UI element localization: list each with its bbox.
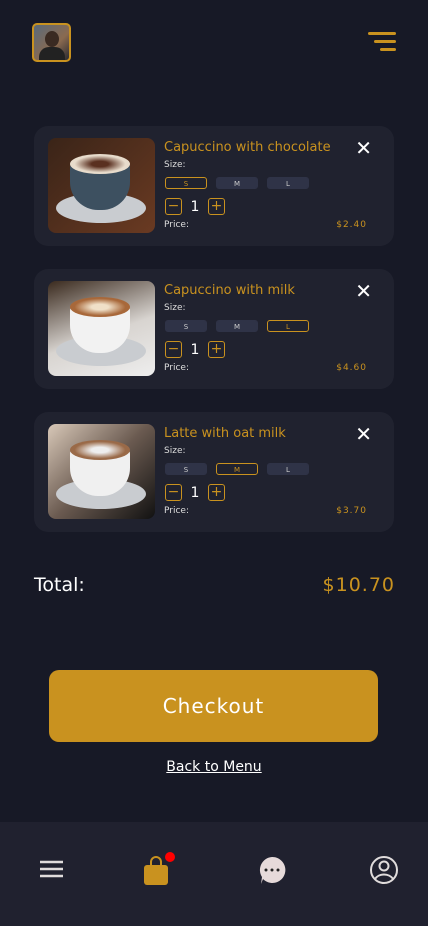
quantity-stepper: − 1 + — [165, 198, 225, 215]
size-option-m[interactable]: M — [216, 463, 258, 475]
size-label: Size: — [164, 303, 186, 313]
quantity-value: 1 — [190, 484, 200, 501]
profile-icon[interactable] — [364, 852, 404, 888]
quantity-value: 1 — [190, 341, 200, 358]
size-label: Size: — [164, 446, 186, 456]
size-option-l[interactable]: L — [267, 177, 309, 189]
quantity-stepper: − 1 + — [165, 341, 225, 358]
increase-quantity-button[interactable]: + — [208, 198, 225, 215]
size-option-s[interactable]: S — [165, 320, 207, 332]
size-option-l[interactable]: L — [267, 463, 309, 475]
size-option-l[interactable]: L — [267, 320, 309, 332]
chat-icon[interactable] — [252, 852, 292, 888]
cart-badge — [165, 852, 175, 862]
price-label: Price: — [164, 506, 189, 516]
total-value: $10.70 — [322, 574, 395, 596]
size-option-m[interactable]: M — [216, 177, 258, 189]
remove-item-close-icon[interactable]: ✕ — [355, 136, 372, 160]
shopping-bag-icon[interactable] — [136, 852, 176, 888]
size-option-s[interactable]: S — [165, 463, 207, 475]
checkout-button[interactable]: Checkout — [49, 670, 378, 742]
size-label: Size: — [164, 160, 186, 170]
menu-icon[interactable] — [368, 32, 396, 52]
increase-quantity-button[interactable]: + — [208, 484, 225, 501]
price-label: Price: — [164, 220, 189, 230]
price-value: $4.60 — [336, 363, 367, 373]
user-avatar[interactable] — [32, 23, 71, 62]
decrease-quantity-button[interactable]: − — [165, 198, 182, 215]
product-title: Capuccino with milk — [164, 283, 295, 298]
menu-icon[interactable] — [32, 852, 72, 888]
decrease-quantity-button[interactable]: − — [165, 484, 182, 501]
size-option-m[interactable]: M — [216, 320, 258, 332]
product-image — [48, 424, 155, 519]
bottom-nav — [0, 822, 428, 926]
remove-item-close-icon[interactable]: ✕ — [355, 422, 372, 446]
cart-item: Latte with oat milk ✕ Size: SML − 1 + Pr… — [34, 412, 394, 532]
cart-item: Capuccino with milk ✕ Size: SML − 1 + Pr… — [34, 269, 394, 389]
product-image — [48, 281, 155, 376]
quantity-stepper: − 1 + — [165, 484, 225, 501]
remove-item-close-icon[interactable]: ✕ — [355, 279, 372, 303]
size-option-s[interactable]: S — [165, 177, 207, 189]
product-title: Capuccino with chocolate — [164, 140, 331, 155]
quantity-value: 1 — [190, 198, 200, 215]
decrease-quantity-button[interactable]: − — [165, 341, 182, 358]
price-label: Price: — [164, 363, 189, 373]
size-selector: SML — [165, 177, 309, 189]
product-title: Latte with oat milk — [164, 426, 286, 441]
increase-quantity-button[interactable]: + — [208, 341, 225, 358]
size-selector: SML — [165, 320, 309, 332]
product-image — [48, 138, 155, 233]
price-value: $3.70 — [336, 506, 367, 516]
cart-item: Capuccino with chocolate ✕ Size: SML − 1… — [34, 126, 394, 246]
back-to-menu-link[interactable]: Back to Menu — [0, 759, 428, 775]
size-selector: SML — [165, 463, 309, 475]
price-value: $2.40 — [336, 220, 367, 230]
total-label: Total: — [34, 574, 85, 596]
